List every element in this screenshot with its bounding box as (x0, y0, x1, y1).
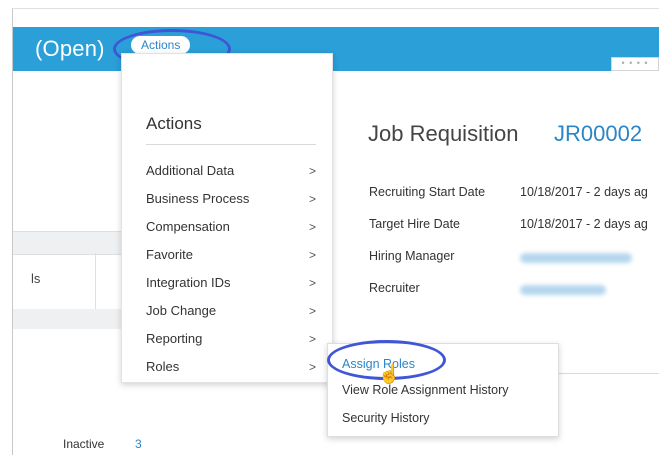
menu-item-label: Job Change (146, 303, 217, 318)
chevron-right-icon: > (308, 220, 316, 234)
hand-cursor-icon: ☝ (378, 364, 401, 384)
requisition-title: Job Requisition (368, 121, 519, 146)
left-truncated-label: ls (31, 271, 41, 286)
menu-item-label: Reporting (146, 331, 203, 346)
menu-divider (146, 144, 316, 145)
menu-item-label: Business Process (146, 191, 250, 206)
menu-item-label: Roles (146, 359, 180, 374)
left-table-footer (13, 309, 133, 329)
field-label-target-hire: Target Hire Date (369, 217, 461, 231)
more-options-icon[interactable]: • • • • (611, 57, 659, 71)
menu-item-additional-data[interactable]: Additional Data > (146, 158, 316, 184)
chevron-right-icon: > (308, 248, 316, 262)
menu-item-label: Favorite (146, 247, 193, 262)
left-divider (95, 253, 96, 309)
chevron-right-icon: > (308, 332, 316, 346)
requisition-id[interactable]: JR00002 (554, 121, 642, 147)
menu-item-integration-ids[interactable]: Integration IDs > (146, 270, 316, 296)
submenu-item-security-history[interactable]: Security History (342, 408, 430, 428)
menu-item-business-process[interactable]: Business Process > (146, 186, 316, 212)
chevron-right-icon: > (308, 164, 316, 178)
page-title: (Open) (35, 36, 105, 61)
field-value-recruiting-start: 10/18/2017 - 2 days ag (520, 185, 648, 199)
chevron-right-icon: > (308, 192, 316, 206)
recruiter-link-redacted[interactable] (520, 285, 606, 295)
actions-menu: Actions Additional Data > Business Proce… (121, 53, 333, 383)
chevron-right-icon: > (308, 360, 316, 374)
menu-item-label: Additional Data (146, 163, 235, 178)
menu-title: Actions (146, 114, 202, 133)
menu-item-label: Compensation (146, 219, 230, 234)
left-table-header (13, 231, 133, 255)
menu-item-job-change[interactable]: Job Change > (146, 298, 316, 324)
menu-item-reporting[interactable]: Reporting > (146, 326, 316, 352)
menu-item-compensation[interactable]: Compensation > (146, 214, 316, 240)
workday-page: (Open) Actions • • • • ls Inactive 3 Job… (12, 8, 659, 455)
submenu-item-view-role-assignment-history[interactable]: View Role Assignment History (342, 380, 509, 400)
chevron-right-icon: > (308, 304, 316, 318)
field-label-recruiter: Recruiter (369, 281, 420, 295)
inactive-label: Inactive (63, 437, 105, 451)
field-label-hiring-manager: Hiring Manager (369, 249, 455, 263)
field-value-target-hire: 10/18/2017 - 2 days ag (520, 217, 648, 231)
menu-item-favorite[interactable]: Favorite > (146, 242, 316, 268)
menu-item-label: Integration IDs (146, 275, 231, 290)
inactive-count-link[interactable]: 3 (135, 437, 142, 451)
chevron-right-icon: > (308, 276, 316, 290)
field-label-recruiting-start: Recruiting Start Date (369, 185, 486, 199)
page-header (13, 27, 659, 71)
hiring-manager-link-redacted[interactable] (520, 253, 632, 263)
menu-item-roles[interactable]: Roles > (146, 354, 316, 380)
